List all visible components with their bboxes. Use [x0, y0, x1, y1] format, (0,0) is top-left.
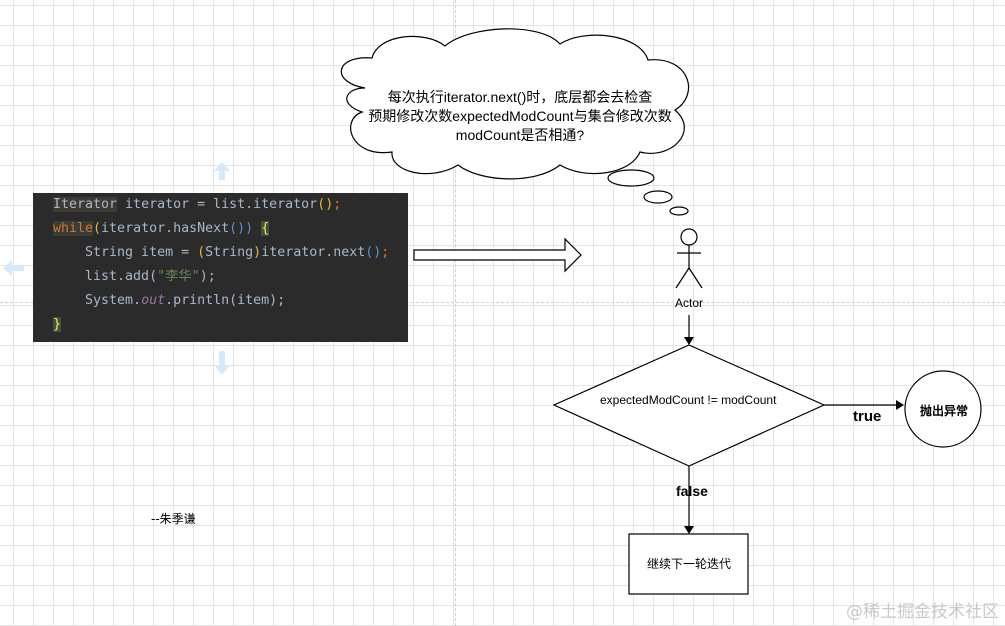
decision-label: expectedModCount != modCount — [600, 393, 777, 407]
actor-label: Actor — [675, 296, 704, 310]
arrowhead-icon — [684, 337, 694, 345]
false-label: false — [676, 483, 708, 499]
signature: --朱季谦 — [151, 512, 196, 526]
watermark: @稀土掘金技术社区 — [846, 602, 999, 622]
cloud-text: 每次执行iterator.next()时，底层都会去检查 预期修改次数expec… — [350, 88, 690, 145]
actor-figure[interactable] — [675, 228, 703, 289]
arrowhead-icon — [684, 526, 694, 534]
hollow-arrow[interactable] — [413, 237, 582, 273]
thought-bubble-2[interactable] — [643, 190, 673, 204]
arrowhead-icon — [896, 400, 904, 410]
thought-bubble-1[interactable] — [607, 169, 655, 187]
exception-label: 抛出异常 — [920, 404, 969, 418]
thought-bubble-3[interactable] — [669, 206, 689, 216]
cloud-line-3: modCount是否相通? — [455, 127, 585, 143]
next-iteration-label: 继续下一轮迭代 — [647, 557, 732, 571]
true-label: true — [853, 408, 882, 425]
cloud-line-1: 每次执行iterator.next()时，底层都会去检查 — [387, 89, 653, 105]
cloud-line-2: 预期修改次数expectedModCount与集合修改次数 — [368, 108, 672, 124]
